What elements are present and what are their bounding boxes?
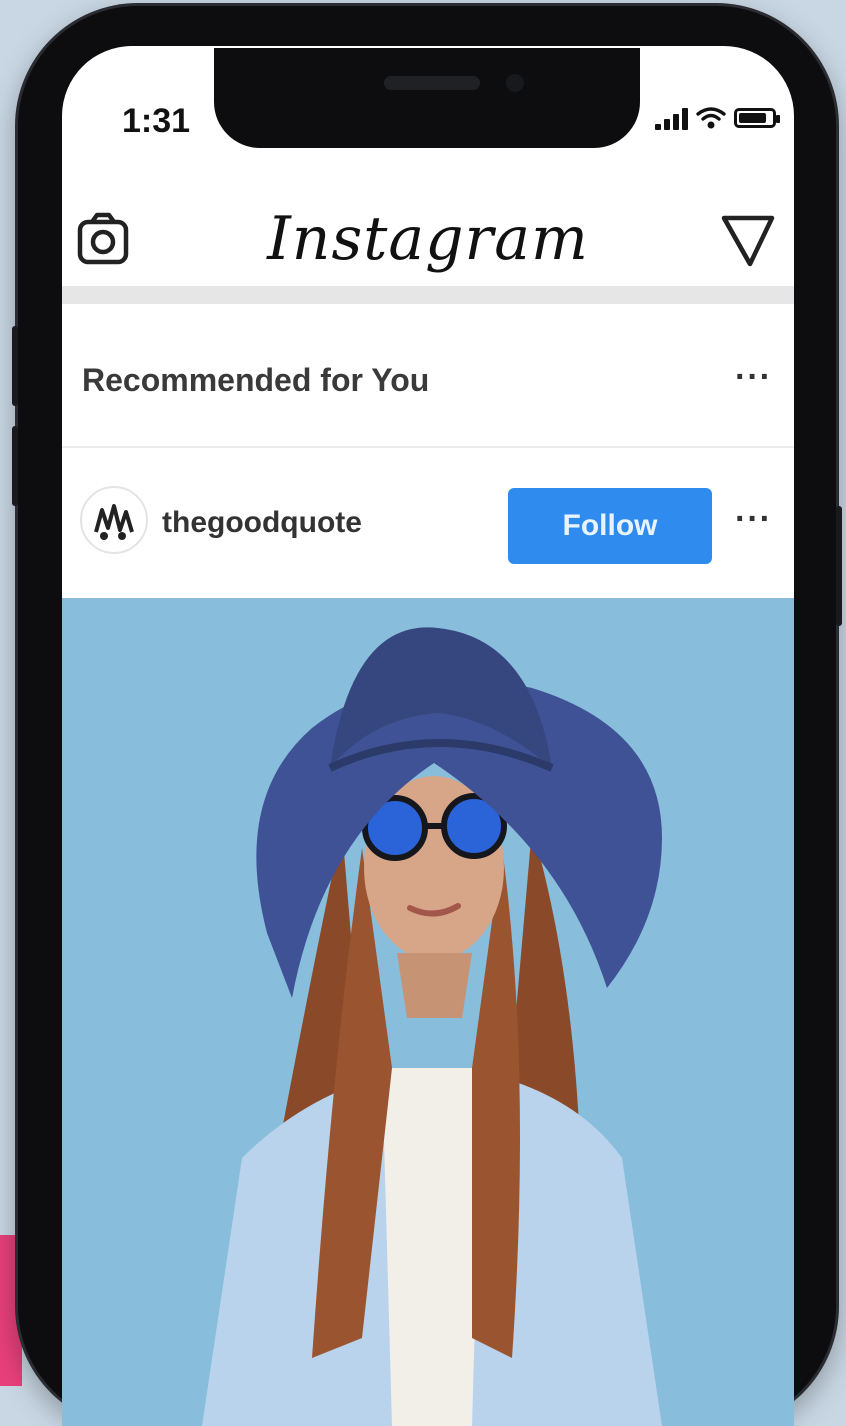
power-button bbox=[836, 506, 842, 626]
battery-icon bbox=[734, 108, 780, 128]
phone-screen: 1:31 Instagram Recommended for You ··· t… bbox=[62, 46, 794, 1426]
status-time: 1:31 bbox=[122, 102, 191, 140]
post-username[interactable]: thegoodquote bbox=[162, 506, 362, 540]
phone-notch bbox=[214, 48, 640, 148]
signal-icon bbox=[655, 106, 688, 130]
recommended-header: Recommended for You ··· bbox=[62, 308, 794, 448]
battery-fill bbox=[739, 113, 766, 123]
avatar-logo-icon bbox=[94, 504, 134, 540]
post-more-button[interactable]: ··· bbox=[735, 500, 772, 539]
send-icon[interactable] bbox=[720, 212, 776, 268]
nav-divider bbox=[62, 286, 794, 304]
avatar[interactable] bbox=[80, 486, 148, 554]
volume-down-button bbox=[12, 426, 18, 506]
app-title: Instagram bbox=[267, 204, 589, 274]
recommended-more-button[interactable]: ··· bbox=[735, 358, 772, 397]
woman-in-hat-photo bbox=[62, 598, 794, 1426]
speaker-grille bbox=[384, 76, 480, 90]
front-camera bbox=[506, 74, 524, 92]
recommended-title: Recommended for You bbox=[82, 362, 430, 398]
post-image[interactable] bbox=[62, 598, 794, 1426]
status-icons bbox=[655, 106, 780, 130]
top-nav: Instagram bbox=[62, 196, 794, 296]
follow-button[interactable]: Follow bbox=[508, 488, 712, 564]
post-header: thegoodquote Follow ··· bbox=[62, 448, 794, 598]
volume-up-button bbox=[12, 326, 18, 406]
wifi-icon bbox=[696, 107, 726, 129]
